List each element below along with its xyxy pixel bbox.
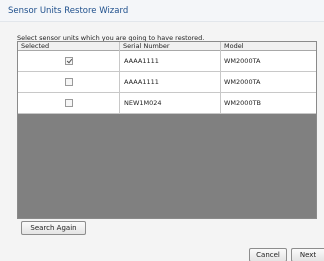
serial-number-cell: AAAA1111	[120, 72, 221, 92]
model-cell: WM2000TB	[224, 99, 262, 107]
grid-rows: AAAA1111 WM2000TA AAAA1111 WM2000TA NEW1…	[18, 51, 316, 114]
serial-number-cell: NEW1M024	[120, 93, 221, 113]
selected-cell	[18, 72, 120, 92]
serial-number-cell: AAAA1111	[120, 51, 221, 71]
column-header-selected[interactable]: Selected	[18, 42, 120, 51]
row-checkbox[interactable]	[64, 78, 73, 86]
column-header-serial-number[interactable]: Serial Number	[120, 42, 221, 51]
cancel-button[interactable]: Cancel	[249, 248, 287, 261]
search-again-button[interactable]: Search Again	[21, 221, 86, 235]
wizard-body: Select sensor units which you are going …	[0, 22, 324, 261]
table-row[interactable]: NEW1M024 WM2000TB	[18, 93, 316, 114]
grid-header: Selected Serial Number Model	[18, 42, 316, 51]
model-cell: WM2000TA	[224, 78, 261, 86]
sensor-units-grid: Selected Serial Number Model AAAA1111 WM…	[17, 41, 317, 219]
table-row[interactable]: AAAA1111 WM2000TA	[18, 51, 316, 72]
table-row[interactable]: AAAA1111 WM2000TA	[18, 72, 316, 93]
row-checkbox[interactable]	[64, 57, 73, 65]
title-bar: Sensor Units Restore Wizard	[0, 0, 324, 22]
column-header-model[interactable]: Model	[221, 42, 316, 51]
next-button[interactable]: Next	[291, 248, 324, 261]
selected-cell	[18, 51, 120, 71]
selected-cell	[18, 93, 120, 113]
model-cell: WM2000TA	[224, 57, 261, 65]
window-title: Sensor Units Restore Wizard	[8, 6, 129, 16]
row-checkbox[interactable]	[64, 99, 73, 107]
